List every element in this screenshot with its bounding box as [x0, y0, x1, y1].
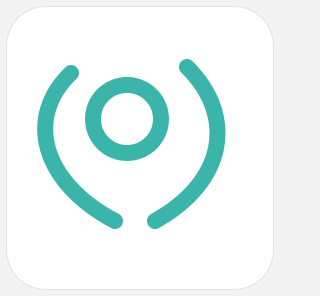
location-pin-icon — [37, 59, 226, 229]
pin-center-ring — [85, 77, 169, 161]
app-icon-tile[interactable] — [6, 6, 274, 290]
pin-right-arc — [147, 59, 226, 229]
